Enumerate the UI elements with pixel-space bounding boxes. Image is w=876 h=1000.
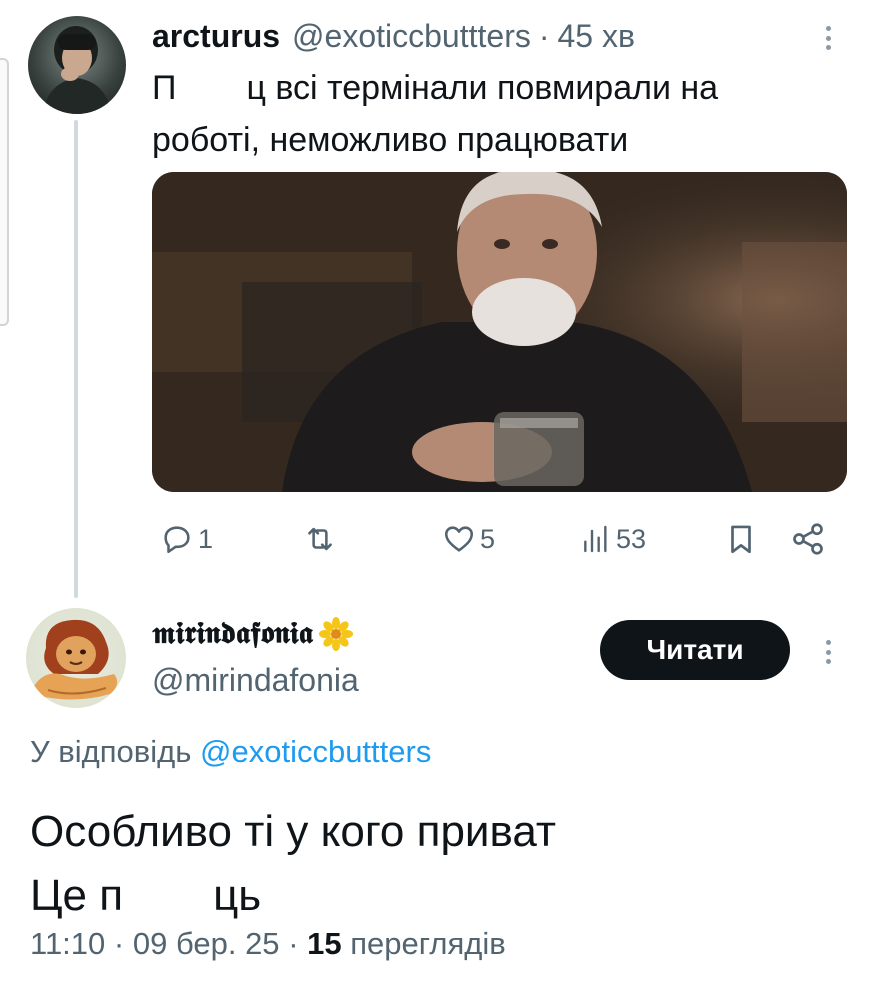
views-count: 15 (307, 926, 342, 961)
avatar[interactable] (28, 16, 126, 114)
tweet-meta: 11:10 · 09 бер. 25 · 15 переглядів (30, 926, 506, 962)
follow-button[interactable]: Читати (600, 620, 790, 680)
tweet-text: Пц всі термінали повмирали на роботі, не… (152, 62, 832, 166)
display-name[interactable]: arcturus (152, 18, 280, 55)
tweet-text-part: П (152, 69, 177, 107)
avatar-cartoon-icon (34, 619, 118, 700)
post-date[interactable]: 09 бер. 25 (133, 926, 280, 961)
share-icon (793, 523, 823, 555)
repost-icon (308, 527, 332, 551)
post-time[interactable]: 11:10 (30, 926, 105, 961)
avatar-photo-icon (42, 26, 112, 114)
views-count: 53 (616, 523, 647, 554)
like-button[interactable]: 5 (442, 514, 495, 564)
timestamp[interactable]: 45 хв (558, 18, 635, 55)
window-edge (0, 58, 9, 326)
user-handle[interactable]: @mirindafonia (152, 662, 359, 699)
repost-button[interactable] (302, 514, 342, 564)
more-icon[interactable] (818, 18, 838, 58)
like-icon (444, 526, 474, 552)
display-name[interactable]: 𝖒𝖎𝖗𝖎𝖓𝖉𝖆𝖋𝖔𝖓𝖎𝖆 (152, 616, 353, 651)
thread-connector-line (74, 120, 78, 598)
views-button[interactable]: 53 (580, 514, 646, 564)
reply-count: 1 (198, 523, 214, 554)
bookmark-button[interactable] (724, 514, 758, 564)
like-count: 5 (480, 523, 496, 554)
display-name-text: 𝖒𝖎𝖗𝖎𝖓𝖉𝖆𝖋𝖔𝖓𝖎𝖆 (152, 616, 313, 651)
reply-mention-link[interactable]: @exoticcbuttters (200, 734, 431, 769)
reply-context: У відповідь @exoticcbuttters (30, 734, 431, 770)
tweet-header: arcturus @exoticcbuttters · 45 хв (152, 14, 635, 58)
flower-emoji-icon (318, 616, 353, 651)
separator-dot: · (538, 17, 550, 54)
separator-dot: · (288, 926, 299, 961)
separator-dot: · (113, 926, 125, 961)
tweet-text-line: Особливо ті у кого приват (30, 807, 557, 856)
bookmark-icon (731, 525, 751, 554)
thread-page: arcturus @exoticcbuttters · 45 хв Пц всі… (0, 0, 876, 1000)
more-icon[interactable] (818, 632, 838, 672)
tweet-text-part: ць (213, 871, 262, 920)
tweet-text-part: Це п (30, 871, 124, 920)
views-icon (584, 525, 607, 553)
media-picture-icon (152, 172, 847, 492)
avatar[interactable] (26, 608, 126, 708)
views-label: переглядів (350, 926, 506, 961)
tweet-text: Особливо ті у кого приват Це п ць (30, 800, 850, 928)
reply-button[interactable]: 1 (160, 514, 213, 564)
share-button[interactable] (790, 514, 826, 564)
tweet-actions: 1 5 53 (152, 514, 852, 564)
tweet-media-image[interactable] (152, 172, 847, 492)
tweet-text-part: ц всі термінали повмирали на (246, 69, 719, 107)
tweet-text-line: роботі, неможливо працювати (152, 121, 629, 159)
user-handle[interactable]: @exoticcbuttters (292, 18, 531, 55)
reply-prefix: У відповідь (30, 734, 192, 769)
reply-icon (164, 526, 190, 554)
